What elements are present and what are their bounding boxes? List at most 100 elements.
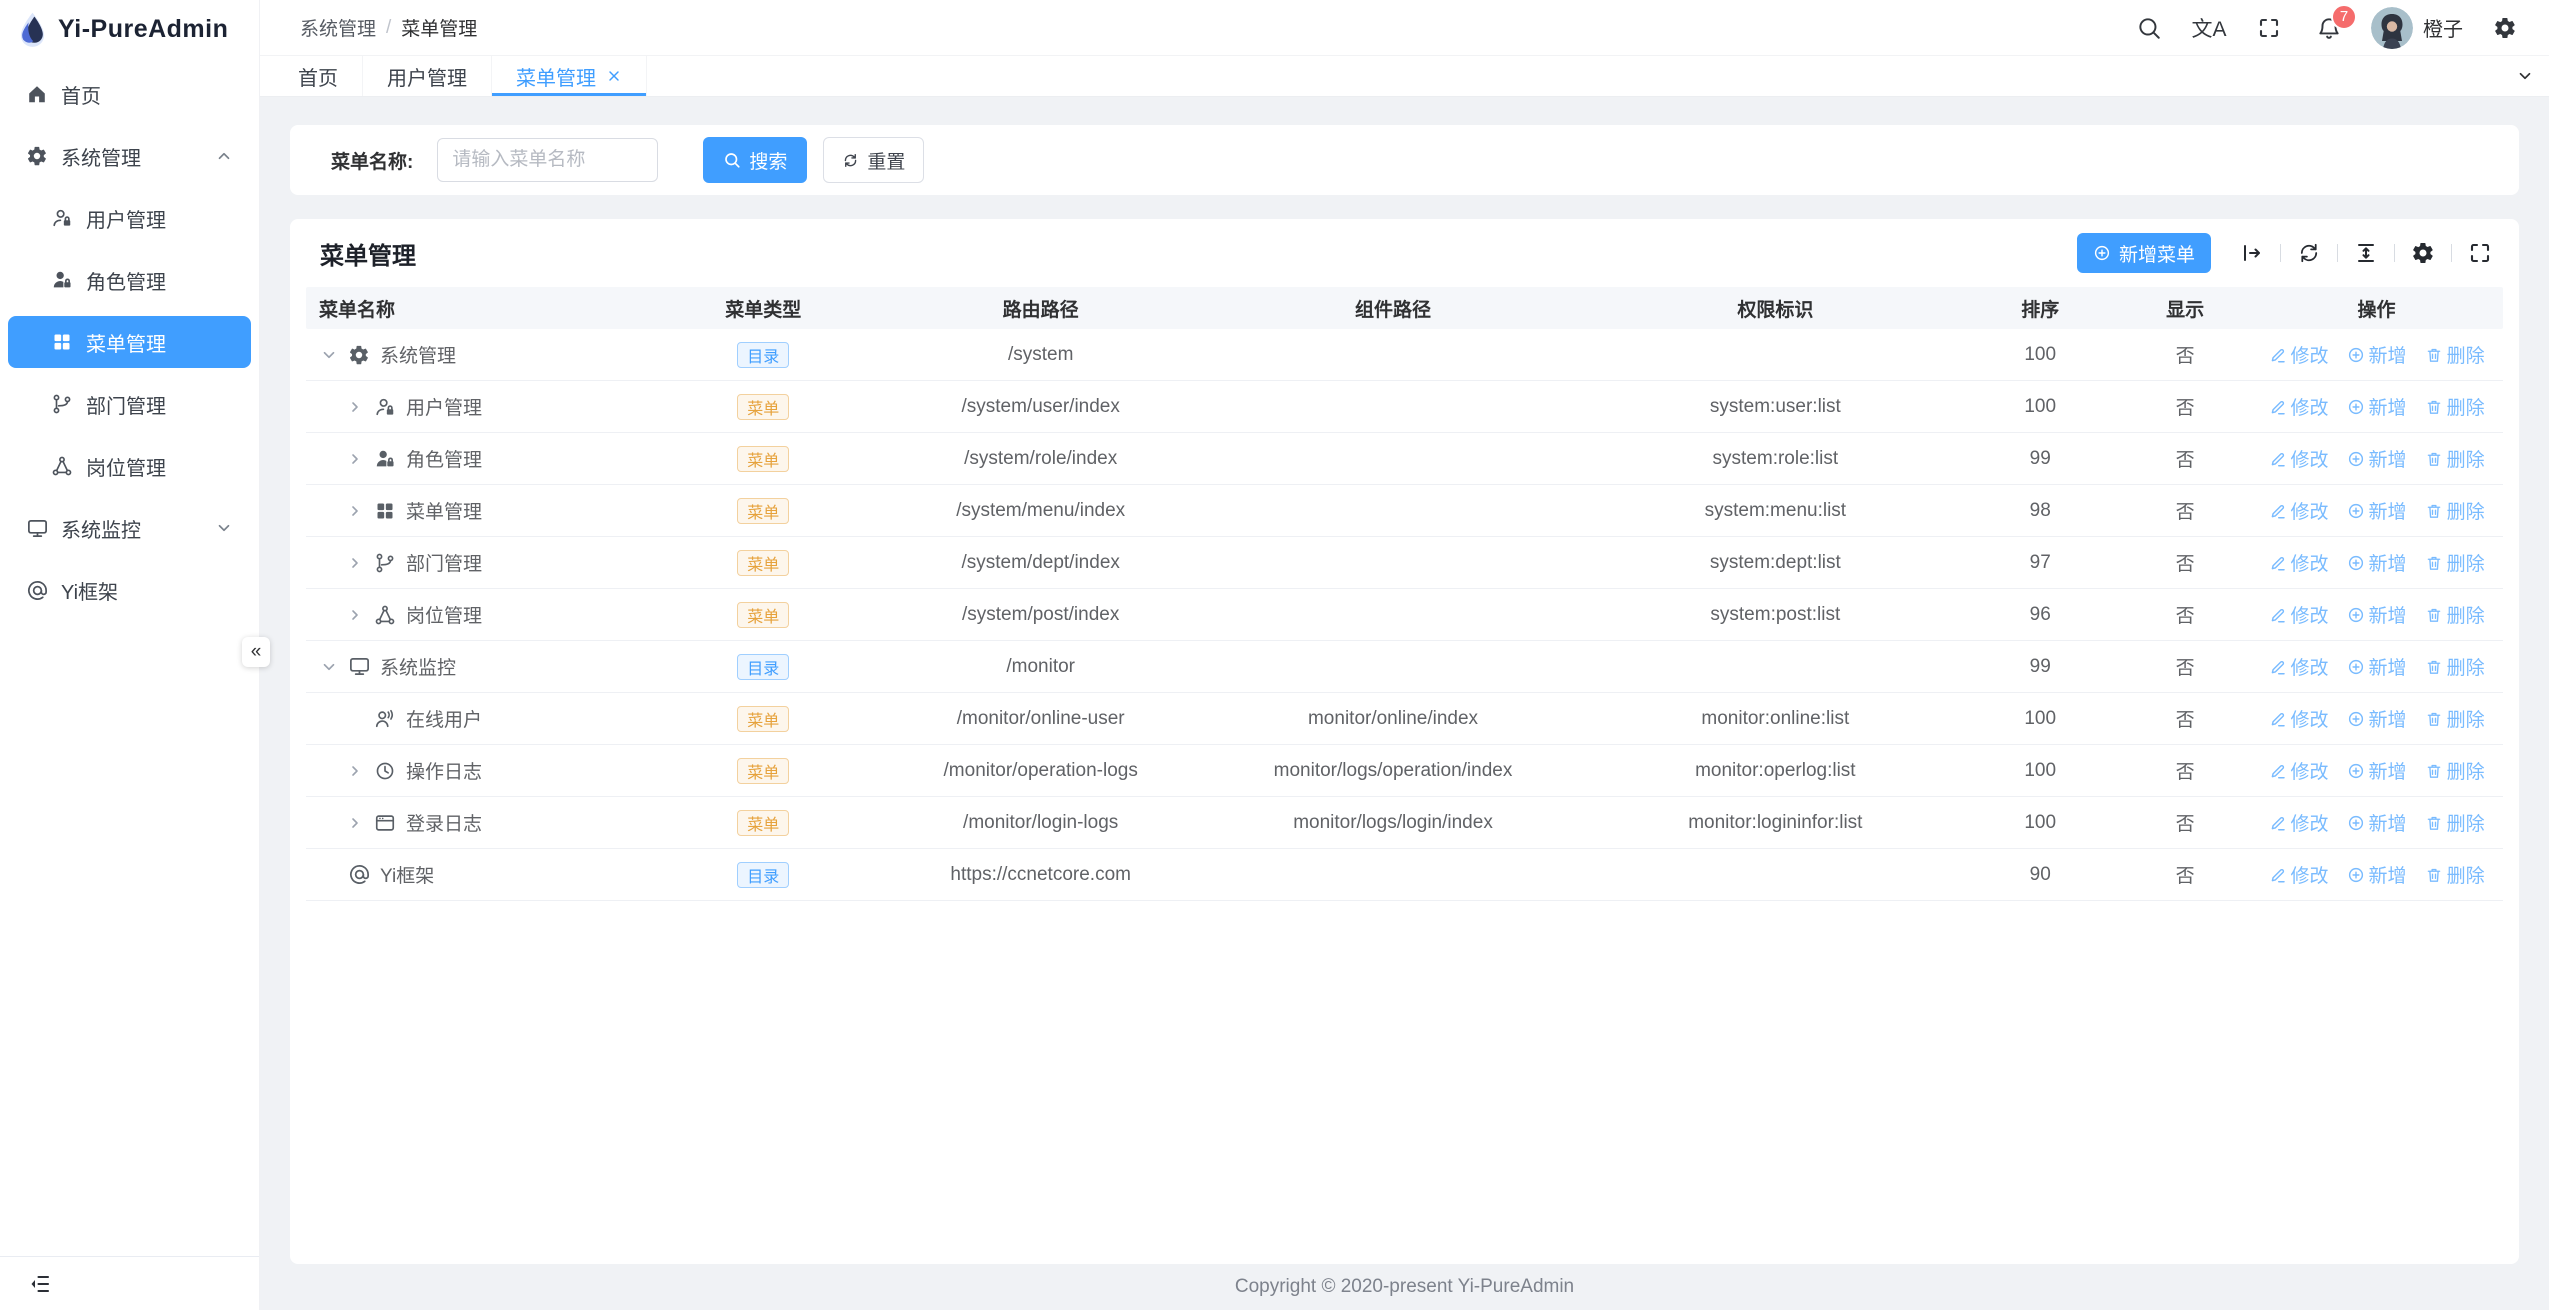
- table-header-row: 菜单名称 菜单类型 路由路径 组件路径 权限标识 排序 显示 操作: [306, 287, 2503, 329]
- translate-icon[interactable]: 文A: [2191, 10, 2227, 46]
- delete-link[interactable]: 删除: [2425, 705, 2485, 732]
- delete-link[interactable]: 删除: [2425, 757, 2485, 784]
- edit-link[interactable]: 修改: [2269, 549, 2329, 576]
- plus-circle-icon: [2347, 710, 2365, 728]
- edit-link[interactable]: 修改: [2269, 445, 2329, 472]
- table-row: 系统管理目录/system100否修改新增删除: [306, 329, 2503, 381]
- edit-link[interactable]: 修改: [2269, 341, 2329, 368]
- search-button[interactable]: 搜索: [703, 137, 807, 183]
- sidebar-item-label: 菜单管理: [86, 328, 166, 357]
- plus-circle-icon: [2093, 244, 2111, 262]
- delete-link[interactable]: 删除: [2425, 549, 2485, 576]
- delete-link[interactable]: 删除: [2425, 341, 2485, 368]
- reset-button[interactable]: 重置: [823, 137, 924, 183]
- export-icon[interactable]: [2239, 240, 2265, 266]
- delete-link[interactable]: 删除: [2425, 653, 2485, 680]
- search-icon[interactable]: [2131, 10, 2167, 46]
- route-path: /system: [886, 344, 1196, 366]
- table-row: 角色管理菜单/system/role/indexsystem:role:list…: [306, 433, 2503, 485]
- menu-name: 在线用户: [406, 705, 482, 732]
- close-icon[interactable]: [606, 68, 622, 84]
- delete-link[interactable]: 删除: [2425, 601, 2485, 628]
- menu-fold-icon[interactable]: [28, 1272, 52, 1296]
- chevron-right-icon[interactable]: [345, 449, 365, 469]
- add-link[interactable]: 新增: [2347, 809, 2407, 836]
- chevron-right-icon[interactable]: [345, 605, 365, 625]
- chevron-up-icon: [215, 147, 233, 165]
- density-icon[interactable]: [2353, 240, 2379, 266]
- column-settings-icon[interactable]: [2410, 240, 2436, 266]
- add-menu-button[interactable]: 新增菜单: [2077, 233, 2211, 273]
- sidebar-item-menus[interactable]: 菜单管理: [8, 316, 251, 368]
- add-link[interactable]: 新增: [2347, 861, 2407, 888]
- sidebar-item-users[interactable]: 用户管理: [8, 192, 251, 244]
- menu-type-tag: 目录: [737, 862, 789, 888]
- sidebar-item-home[interactable]: 首页: [8, 68, 251, 120]
- username: 橙子: [2423, 13, 2463, 42]
- trash-icon: [2425, 502, 2443, 520]
- tab-bar: 首页 用户管理 菜单管理: [260, 56, 2549, 97]
- visible-value: 否: [2120, 341, 2250, 368]
- menu-name: 部门管理: [406, 549, 482, 576]
- edit-link[interactable]: 修改: [2269, 861, 2329, 888]
- tab-more-chevron-icon[interactable]: [2501, 56, 2549, 96]
- add-link[interactable]: 新增: [2347, 393, 2407, 420]
- settings-gear-icon[interactable]: [2487, 10, 2523, 46]
- delete-link[interactable]: 删除: [2425, 497, 2485, 524]
- sidebar-item-yi-frame[interactable]: Yi框架: [8, 564, 251, 616]
- fullscreen-icon[interactable]: [2251, 10, 2287, 46]
- tab-home[interactable]: 首页: [274, 56, 363, 96]
- chevron-right-icon[interactable]: [345, 553, 365, 573]
- permission-code: system:user:list: [1590, 396, 1960, 418]
- user-menu[interactable]: 橙子: [2371, 7, 2463, 49]
- delete-link[interactable]: 删除: [2425, 809, 2485, 836]
- sidebar-item-label: 角色管理: [86, 266, 166, 295]
- edit-link[interactable]: 修改: [2269, 601, 2329, 628]
- sidebar-item-label: 用户管理: [86, 204, 166, 233]
- plus-circle-icon: [2347, 658, 2365, 676]
- search-input[interactable]: [437, 138, 658, 182]
- edit-link[interactable]: 修改: [2269, 393, 2329, 420]
- chevron-right-icon[interactable]: [345, 813, 365, 833]
- chevron-down-icon[interactable]: [319, 345, 339, 365]
- menu-name: Yi框架: [380, 861, 434, 888]
- add-link[interactable]: 新增: [2347, 497, 2407, 524]
- visible-value: 否: [2120, 393, 2250, 420]
- edit-link[interactable]: 修改: [2269, 497, 2329, 524]
- sidebar-item-posts[interactable]: 岗位管理: [8, 440, 251, 492]
- chevron-right-icon[interactable]: [345, 761, 365, 781]
- chevron-down-icon[interactable]: [319, 657, 339, 677]
- menu-type-tag: 菜单: [737, 758, 789, 784]
- sidebar-item-monitor[interactable]: 系统监控: [8, 502, 251, 554]
- visible-value: 否: [2120, 601, 2250, 628]
- edit-link[interactable]: 修改: [2269, 757, 2329, 784]
- permission-code: system:post:list: [1590, 604, 1960, 626]
- refresh-icon[interactable]: [2296, 240, 2322, 266]
- bell-icon[interactable]: 7: [2311, 10, 2347, 46]
- edit-link[interactable]: 修改: [2269, 809, 2329, 836]
- tab-menu-management[interactable]: 菜单管理: [492, 56, 647, 96]
- edit-link[interactable]: 修改: [2269, 653, 2329, 680]
- chevron-right-icon[interactable]: [345, 397, 365, 417]
- add-link[interactable]: 新增: [2347, 445, 2407, 472]
- add-link[interactable]: 新增: [2347, 653, 2407, 680]
- breadcrumb-item[interactable]: 系统管理: [300, 14, 376, 41]
- sidebar-item-roles[interactable]: 角色管理: [8, 254, 251, 306]
- sidebar-item-system[interactable]: 系统管理: [8, 130, 251, 182]
- chevron-right-icon[interactable]: [345, 501, 365, 521]
- edit-link[interactable]: 修改: [2269, 705, 2329, 732]
- delete-link[interactable]: 删除: [2425, 861, 2485, 888]
- add-link[interactable]: 新增: [2347, 549, 2407, 576]
- table-row: 在线用户菜单/monitor/online-usermonitor/online…: [306, 693, 2503, 745]
- sidebar-collapse-button[interactable]: «: [242, 637, 270, 667]
- add-link[interactable]: 新增: [2347, 705, 2407, 732]
- table-fullscreen-icon[interactable]: [2467, 240, 2493, 266]
- delete-link[interactable]: 删除: [2425, 445, 2485, 472]
- sidebar-item-depts[interactable]: 部门管理: [8, 378, 251, 430]
- tab-user-management[interactable]: 用户管理: [363, 56, 492, 96]
- app-logo[interactable]: Yi-PureAdmin: [0, 0, 259, 58]
- add-link[interactable]: 新增: [2347, 757, 2407, 784]
- delete-link[interactable]: 删除: [2425, 393, 2485, 420]
- add-link[interactable]: 新增: [2347, 341, 2407, 368]
- add-link[interactable]: 新增: [2347, 601, 2407, 628]
